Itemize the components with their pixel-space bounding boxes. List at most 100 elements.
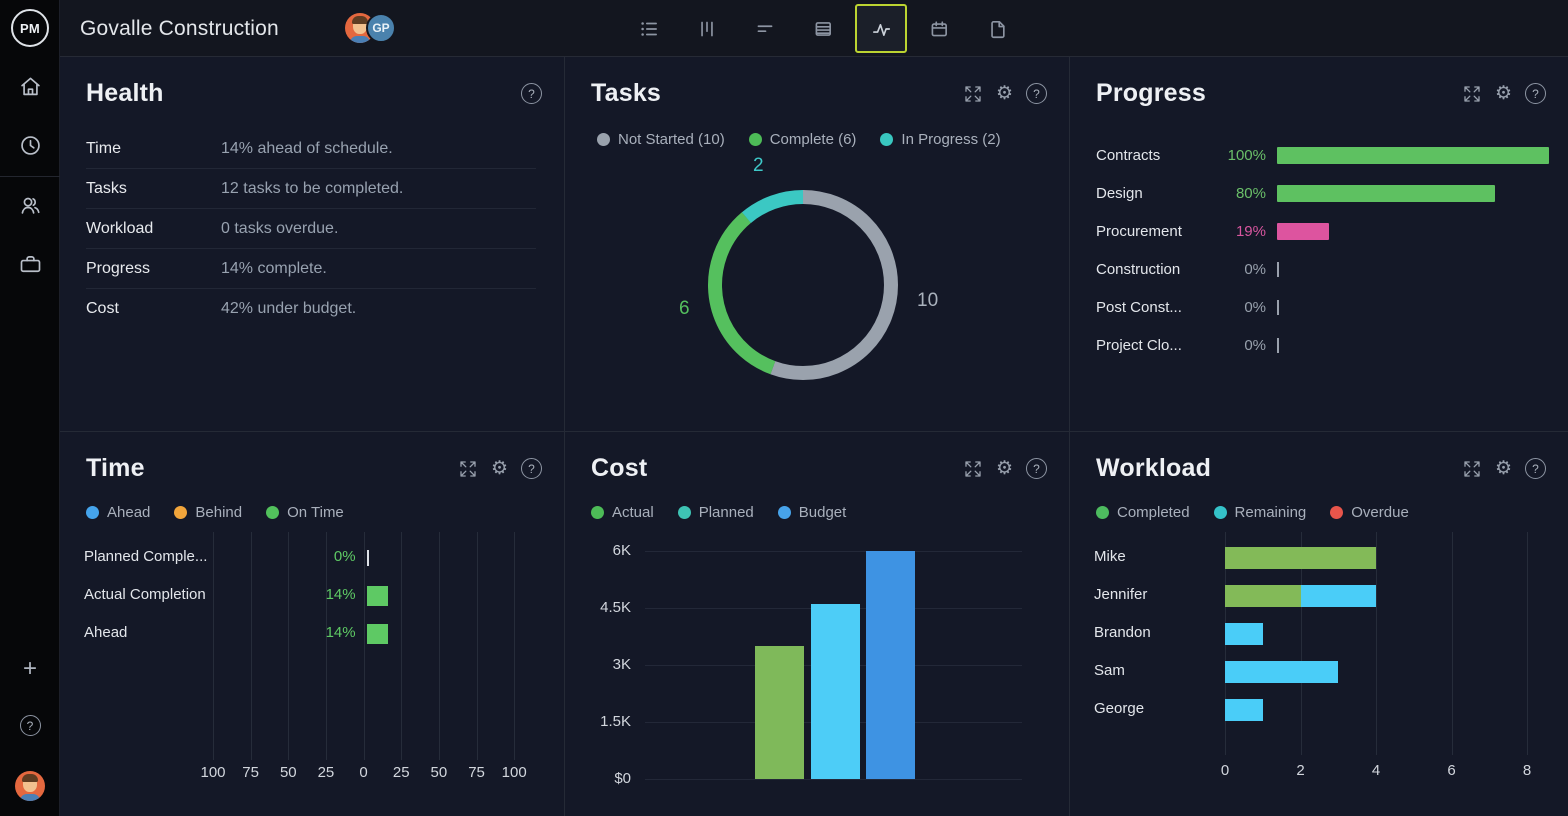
pm-logo[interactable]: PM xyxy=(11,9,49,47)
cost-settings-icon[interactable]: ⚙ xyxy=(996,459,1013,478)
axis-tick-label: 6K xyxy=(612,542,631,559)
health-panel: Health ? Time 14% ahead of schedule. Tasks… xyxy=(60,57,565,432)
progress-expand-icon[interactable] xyxy=(1462,84,1482,104)
workload-expand-icon[interactable] xyxy=(1462,459,1482,479)
health-metric-value: 14% ahead of schedule. xyxy=(221,139,393,157)
axis-tick-label: 4 xyxy=(1371,762,1381,779)
health-metric-label: Workload xyxy=(86,219,154,237)
progress-row: Procurement 19% xyxy=(1096,212,1548,250)
time-value-label: 14% xyxy=(325,586,356,603)
axis-tick-label: 3K xyxy=(612,656,631,673)
tasks-settings-icon[interactable]: ⚙ xyxy=(996,84,1013,103)
gridline xyxy=(645,551,1022,552)
cost-bar-chart: 6K 4.5K 3K 1.5K $0 xyxy=(565,432,1069,816)
time-panel: Time ⚙? Ahead Behind On Time 100 75 50 25 0 25 5… xyxy=(60,432,565,816)
progress-help-icon[interactable]: ? xyxy=(1525,83,1546,104)
progress-track xyxy=(1277,222,1548,240)
axis-tick-label: 4.5K xyxy=(600,599,631,616)
top-bar: Govalle Construction GP xyxy=(60,0,1568,57)
gridline xyxy=(325,532,327,760)
legend-label: Behind xyxy=(195,504,243,521)
cost-expand-icon[interactable] xyxy=(963,459,983,479)
add-icon[interactable]: + xyxy=(0,657,60,681)
legend-item: Budget xyxy=(777,504,846,521)
progress-track xyxy=(1277,299,1548,316)
progress-percent: 0% xyxy=(1244,336,1266,354)
cost-help-icon[interactable]: ? xyxy=(1026,458,1047,479)
team-icon[interactable] xyxy=(0,192,60,219)
progress-percent: 100% xyxy=(1227,146,1266,164)
legend-item: On Time xyxy=(266,504,344,521)
axis-tick-label: 8 xyxy=(1522,762,1532,779)
health-help-icon[interactable]: ? xyxy=(521,83,542,104)
member-avatar-initials[interactable]: GP xyxy=(366,13,396,43)
board-view-icon[interactable] xyxy=(685,7,729,51)
home-icon[interactable] xyxy=(0,73,60,100)
user-avatar[interactable] xyxy=(0,771,60,801)
portfolio-icon[interactable] xyxy=(0,251,60,278)
legend-label: Ahead xyxy=(107,504,151,521)
workload-help-icon[interactable]: ? xyxy=(1525,458,1546,479)
legend-item: Ahead xyxy=(86,504,150,521)
legend-label: Remaining xyxy=(1234,504,1307,521)
axis-tick-label: 6 xyxy=(1447,762,1456,779)
legend-label: In Progress (2) xyxy=(901,131,1001,148)
gantt-view-icon[interactable] xyxy=(743,7,787,51)
legend-dot xyxy=(174,506,188,519)
gridline xyxy=(288,532,290,760)
cost-bar xyxy=(755,646,804,779)
health-row: Cost 42% under budget. xyxy=(86,289,536,329)
health-row: Time 14% ahead of schedule. xyxy=(86,129,536,169)
legend-dot xyxy=(1096,506,1109,519)
docs-view-icon[interactable] xyxy=(975,7,1019,51)
donut-value-label: 6 xyxy=(679,298,690,319)
time-bar xyxy=(366,624,388,644)
gridline xyxy=(514,532,516,760)
cost-bar xyxy=(811,604,860,779)
time-value-label: 0% xyxy=(333,548,356,565)
progress-panel: Progress ⚙? Contracts 100% Design 80% Procur… xyxy=(1070,57,1568,432)
legend-item: Planned xyxy=(677,504,754,521)
legend-dot xyxy=(266,506,280,519)
tasks-donut-chart: 10 6 2 xyxy=(565,57,1069,431)
time-help-icon[interactable]: ? xyxy=(521,458,542,479)
legend-item: Remaining xyxy=(1213,504,1307,521)
progress-row: Construction 0% xyxy=(1096,250,1548,288)
time-settings-icon[interactable]: ⚙ xyxy=(491,459,508,478)
tasks-expand-icon[interactable] xyxy=(963,84,983,104)
axis-tick-label: 0 xyxy=(359,764,368,781)
calendar-view-icon[interactable] xyxy=(917,7,961,51)
dashboard-view-icon[interactable] xyxy=(855,4,907,53)
help-icon[interactable]: ? xyxy=(0,715,60,736)
health-metric-label: Time xyxy=(86,139,121,157)
axis-tick-label: 1.5K xyxy=(600,713,631,730)
donut-segment xyxy=(708,190,898,380)
sheet-view-icon[interactable] xyxy=(801,7,845,51)
legend-dot xyxy=(880,133,894,146)
legend-dot xyxy=(597,133,610,146)
workload-settings-icon[interactable]: ⚙ xyxy=(1495,459,1512,478)
health-row: Progress 14% complete. xyxy=(86,249,536,289)
legend-label: Completed xyxy=(1117,504,1190,521)
progress-settings-icon[interactable]: ⚙ xyxy=(1495,84,1512,103)
progress-phase-label: Contracts xyxy=(1096,146,1161,164)
progress-zero-tick xyxy=(1277,299,1279,315)
tasks-help-icon[interactable]: ? xyxy=(1026,83,1047,104)
gridline xyxy=(363,532,365,760)
list-view-icon[interactable] xyxy=(627,7,671,51)
axis-tick-label: 0 xyxy=(1220,762,1230,779)
workload-bar-chart: 0 2 4 6 8 Mike Jennifer Brandon Sam George xyxy=(1070,432,1568,816)
workload-member-label: Jennifer xyxy=(1094,586,1148,603)
clock-icon[interactable] xyxy=(0,132,60,159)
workload-member-label: George xyxy=(1094,700,1145,717)
progress-bar-chart: Contracts 100% Design 80% Procurement 19% Cons… xyxy=(1096,136,1549,364)
legend-dot xyxy=(748,133,762,146)
gridline xyxy=(213,532,214,760)
view-switcher xyxy=(620,0,1026,57)
progress-panel-title: Progress xyxy=(1096,79,1206,107)
legend-label: Actual xyxy=(612,504,654,521)
progress-row: Design 80% xyxy=(1096,174,1548,212)
progress-zero-tick xyxy=(1277,261,1279,277)
time-expand-icon[interactable] xyxy=(458,459,478,479)
health-metric-value: 12 tasks to be completed. xyxy=(221,179,404,197)
